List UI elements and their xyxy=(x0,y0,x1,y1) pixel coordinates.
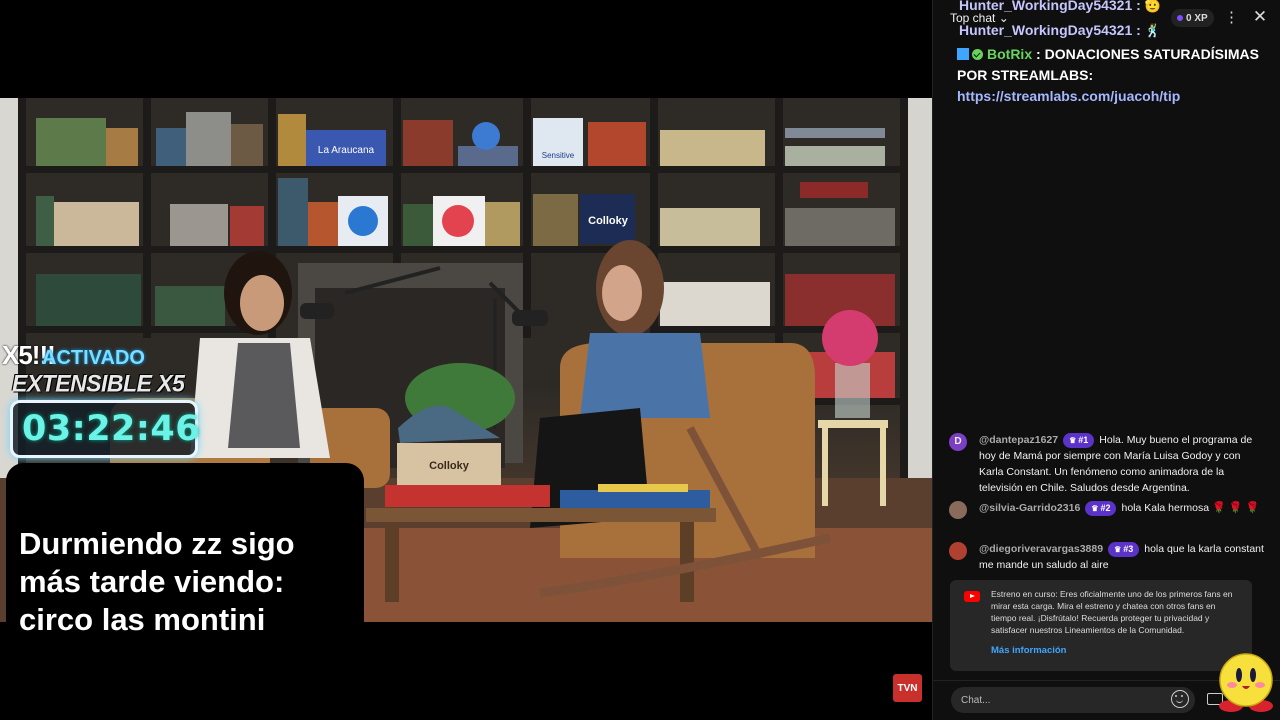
xp-value: 0 XP xyxy=(1186,12,1208,24)
rank-value: #3 xyxy=(1123,544,1134,554)
rank-badge: ♛ #1 xyxy=(1063,433,1095,448)
pinned-separator: : xyxy=(1032,46,1045,62)
activated-label: ACTIVADO xyxy=(42,347,145,369)
xp-icon xyxy=(1177,15,1183,21)
sign-sensitive: Sensitive xyxy=(542,151,575,160)
verified-check-icon xyxy=(972,49,983,60)
rank-badge: ♛ #2 xyxy=(1085,501,1117,516)
sign-araucana: La Araucana xyxy=(318,145,375,156)
status-note-text: Durmiendo zz sigo más tarde viendo: circ… xyxy=(19,526,295,637)
crown-icon: ♛ xyxy=(1091,504,1099,513)
chat-ticker-message: Hunter_WorkingDay54321 : 🫡 xyxy=(959,0,1161,14)
sign-colloky-shelf: Colloky xyxy=(588,215,629,227)
ticker-author: Hunter_WorkingDay54321 : xyxy=(959,0,1141,13)
pinned-link[interactable]: https://streamlabs.com/juacoh/tip xyxy=(957,88,1180,104)
bot-icon xyxy=(957,48,969,60)
kirby-sticker-icon xyxy=(1219,653,1273,712)
crown-icon: ♛ xyxy=(1069,436,1077,445)
rank-value: #1 xyxy=(1078,435,1089,445)
live-chat-panel: Top chat ⌄ 0 XP ⋮ ✕ Hunter_WorkingDay543… xyxy=(932,0,1280,720)
more-options-icon[interactable]: ⋮ xyxy=(1224,9,1239,27)
more-info-link[interactable]: Más información xyxy=(991,645,1067,656)
rank-badge: ♛ #3 xyxy=(1108,542,1140,557)
message-author[interactable]: @silvia-Garrido2316 xyxy=(979,502,1080,514)
video-player[interactable]: La Araucana Sensitive Colloky Colloky X5… xyxy=(0,0,932,720)
message-author[interactable]: @diegoriveravargas3889 xyxy=(979,543,1103,555)
chat-message: D @dantepaz1627 ♛ #1 Hola. Muy bueno el pro… xyxy=(949,432,1267,496)
ticker-emoji: 🫡 xyxy=(1144,0,1161,13)
rose-emoji: 🌹 🌹 🌹 xyxy=(1211,502,1260,514)
sign-colloky-box: Colloky xyxy=(429,460,470,472)
ticker-emoji: 🕺 xyxy=(1144,23,1161,38)
extensible-label: EXTENSIBLE X5 xyxy=(12,369,185,397)
ticker-author: Hunter_WorkingDay54321 : xyxy=(959,22,1141,38)
countdown-timer: 03:22:46 xyxy=(22,409,201,449)
rank-value: #2 xyxy=(1100,503,1111,513)
chat-message: @diegoriveravargas3889 ♛ #3 hola que la kar… xyxy=(949,541,1267,573)
avatar[interactable] xyxy=(949,542,967,560)
notice-text: Estreno en curso: Eres oficialmente uno … xyxy=(991,589,1233,635)
message-text: hola Kala hermosa xyxy=(1121,502,1212,514)
chat-input[interactable] xyxy=(951,687,1195,713)
youtube-icon xyxy=(964,591,980,602)
premiere-notice: Estreno en curso: Eres oficialmente uno … xyxy=(950,580,1252,671)
pinned-author[interactable]: BotRix xyxy=(987,46,1032,62)
crown-icon: ♛ xyxy=(1114,545,1122,554)
channel-logo: TVN xyxy=(893,674,922,702)
close-icon[interactable]: ✕ xyxy=(1251,8,1269,26)
chat-message: @silvia-Garrido2316 ♛ #2 hola Kala hermosa … xyxy=(949,500,1267,519)
message-author[interactable]: @dantepaz1627 xyxy=(979,434,1058,446)
avatar[interactable]: D xyxy=(949,433,967,451)
chat-ticker-message: Hunter_WorkingDay54321 : 🕺 xyxy=(959,22,1161,39)
xp-badge[interactable]: 0 XP xyxy=(1171,9,1214,27)
emoji-picker-icon[interactable] xyxy=(1171,690,1189,708)
avatar[interactable] xyxy=(949,501,967,519)
pinned-message: BotRix : DONACIONES SATURADÍSIMAS POR ST… xyxy=(957,44,1273,107)
